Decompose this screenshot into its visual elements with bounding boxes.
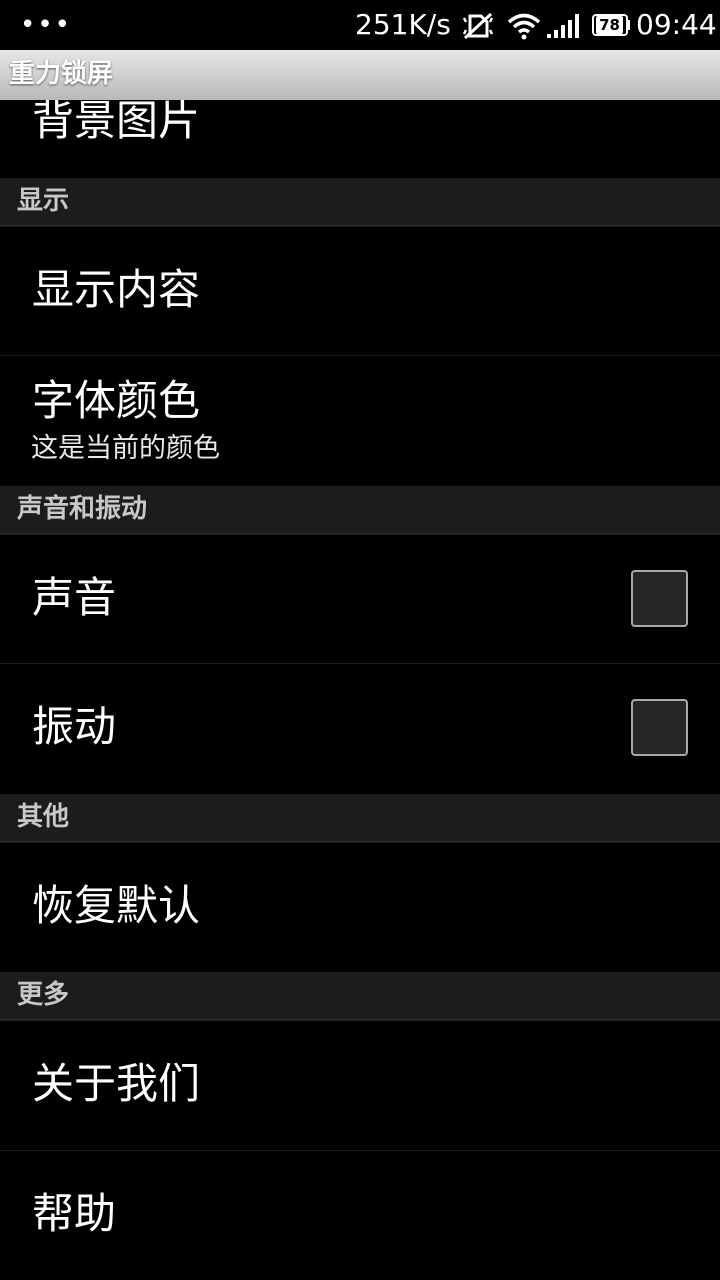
notification-dots: •••: [20, 10, 73, 40]
category-display-label: 显示: [17, 186, 70, 216]
sound-checkbox[interactable]: [631, 570, 688, 627]
background-image-title: 背景图片: [32, 96, 201, 145]
category-display: 显示: [0, 178, 720, 226]
font-color-title: 字体颜色: [32, 376, 201, 425]
category-more: 更多: [0, 972, 720, 1020]
category-other: 其他: [0, 794, 720, 842]
category-other-label: 其他: [17, 802, 70, 832]
category-sound-vibration-label: 声音和振动: [17, 494, 148, 524]
vibration-title: 振动: [32, 702, 117, 751]
title-bar: 重力锁屏: [0, 50, 720, 100]
battery-tip: [627, 20, 630, 30]
display-content-title: 显示内容: [32, 265, 201, 314]
network-speed: 251K/s: [355, 8, 451, 41]
font-color-summary: 这是当前的颜色: [31, 433, 220, 464]
restore-defaults-item[interactable]: 恢复默认: [0, 842, 720, 971]
vibration-checkbox[interactable]: [631, 699, 688, 756]
settings-screen: ••• 251K/s 78 09:44 重力锁屏 背景图片 显示 显示内容 字体…: [0, 0, 720, 1280]
about-us-item[interactable]: 关于我们: [0, 1020, 720, 1149]
sound-title: 声音: [32, 573, 117, 622]
clock: 09:44: [636, 8, 717, 41]
about-us-title: 关于我们: [32, 1059, 201, 1108]
signal-icon: [547, 14, 579, 38]
category-sound-vibration: 声音和振动: [0, 486, 720, 534]
font-color-item[interactable]: 字体颜色 这是当前的颜色: [0, 355, 720, 484]
battery-level: 78: [596, 16, 623, 34]
status-bar: ••• 251K/s 78 09:44: [0, 0, 720, 50]
app-title: 重力锁屏: [9, 59, 114, 89]
silent-mode-icon: [462, 12, 494, 40]
category-more-label: 更多: [17, 980, 70, 1010]
battery-icon: 78: [592, 14, 630, 36]
vibration-item[interactable]: 振动: [0, 663, 720, 792]
help-title: 帮助: [32, 1189, 117, 1238]
restore-defaults-title: 恢复默认: [32, 881, 201, 930]
sound-item[interactable]: 声音: [0, 534, 720, 663]
wifi-icon: [507, 13, 541, 40]
help-item[interactable]: 帮助: [0, 1150, 720, 1279]
display-content-item[interactable]: 显示内容: [0, 226, 720, 355]
